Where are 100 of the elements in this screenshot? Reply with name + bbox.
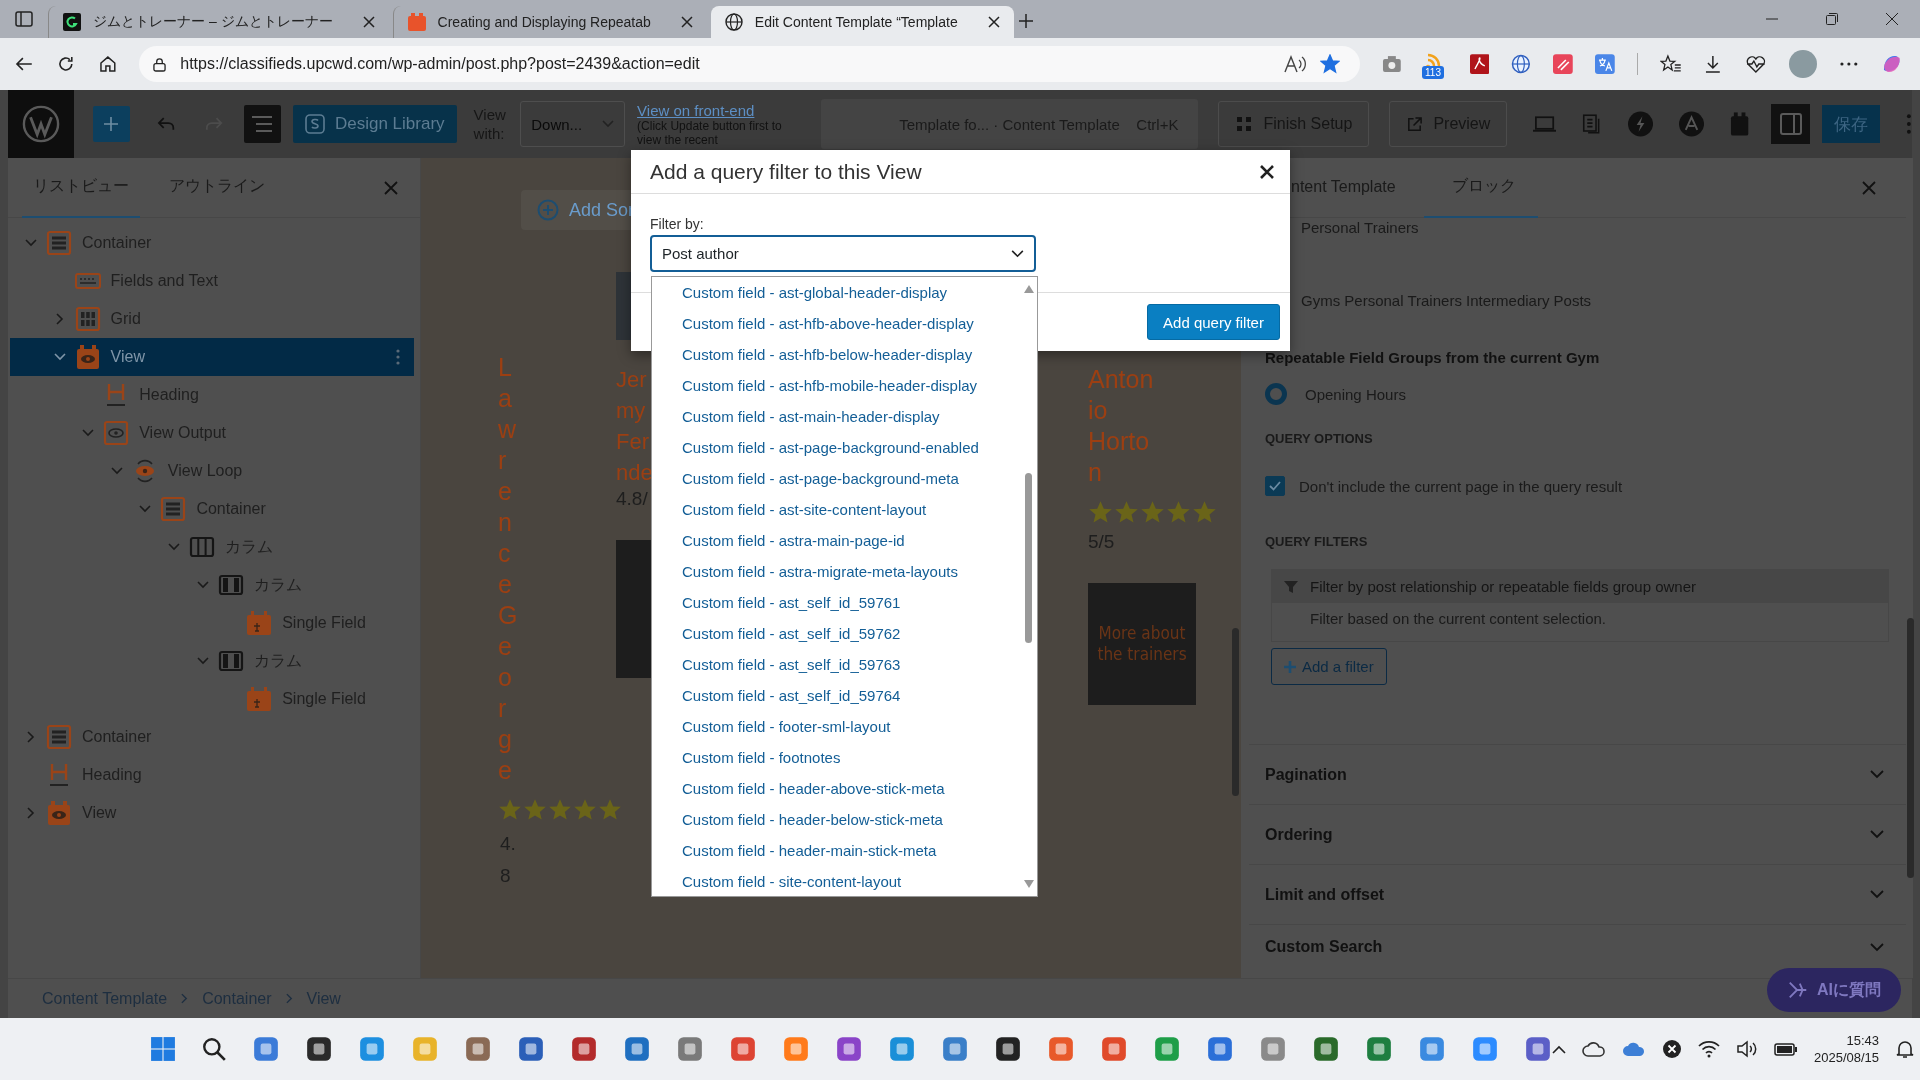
document-icon[interactable] bbox=[1469, 54, 1490, 74]
tab-actions-icon[interactable] bbox=[14, 9, 34, 29]
dropdown-option[interactable]: Custom field - ast_self_id_59764 bbox=[652, 680, 1021, 711]
add-filter-button[interactable]: Add a filter bbox=[1271, 648, 1387, 685]
app-icon[interactable] bbox=[994, 1035, 1022, 1063]
dropdown-option[interactable]: Custom field - footer-sml-layout bbox=[652, 711, 1021, 742]
search-icon[interactable] bbox=[201, 1036, 227, 1062]
bolt-circle-icon[interactable] bbox=[1627, 111, 1653, 137]
dropdown-option[interactable]: Custom field - astra-main-page-id bbox=[652, 525, 1021, 556]
dropdown-option[interactable]: Custom field - ast_self_id_59762 bbox=[652, 618, 1021, 649]
scroll-down-icon[interactable] bbox=[1024, 880, 1034, 888]
restore-icon[interactable] bbox=[1826, 13, 1838, 25]
close-icon[interactable] bbox=[987, 16, 1000, 28]
chevron-right-icon[interactable] bbox=[27, 807, 35, 819]
view-on-front-end-link[interactable]: View on front-end bbox=[637, 101, 792, 119]
battery-icon[interactable] bbox=[1774, 1041, 1798, 1057]
chevron-down-icon[interactable] bbox=[110, 467, 123, 475]
accordion-header[interactable]: Limit and offset bbox=[1249, 864, 1906, 924]
chevron-right-icon[interactable] bbox=[55, 313, 64, 325]
favorites-icon[interactable] bbox=[1659, 54, 1682, 74]
dialog-title: Add a query filter to this View bbox=[650, 159, 922, 184]
options-icon[interactable] bbox=[396, 349, 400, 365]
dropdown-option[interactable]: Custom field - header-above-stick-meta bbox=[652, 773, 1021, 804]
close-icon[interactable] bbox=[1260, 164, 1274, 179]
dropdown-option[interactable]: Custom field - header-main-stick-meta bbox=[652, 835, 1021, 866]
dropdown-option[interactable]: Custom field - ast-global-header-display bbox=[652, 277, 1021, 308]
sidebar-toggle-button[interactable] bbox=[1771, 104, 1810, 144]
scroll-up-icon[interactable] bbox=[1024, 285, 1034, 293]
home-icon[interactable] bbox=[97, 54, 118, 74]
read-aloud-icon[interactable] bbox=[1284, 54, 1307, 74]
scrollbar-thumb[interactable] bbox=[1232, 628, 1239, 796]
chevron-down-icon[interactable] bbox=[196, 657, 209, 665]
more-icon[interactable] bbox=[1838, 61, 1859, 67]
browser-tab[interactable]: Edit Content Template “Template bbox=[710, 6, 1014, 38]
scrollbar-thumb[interactable] bbox=[1025, 473, 1032, 643]
list-view-item[interactable]: View bbox=[10, 338, 414, 376]
site-logo-icon[interactable] bbox=[8, 90, 75, 158]
dropdown-option[interactable]: Custom field - ast-page-background-enabled bbox=[652, 432, 1021, 463]
close-circle-icon[interactable] bbox=[1662, 1039, 1682, 1059]
plus-icon[interactable] bbox=[1017, 13, 1034, 29]
globe-icon[interactable] bbox=[1511, 54, 1532, 74]
checkbox[interactable] bbox=[1265, 476, 1285, 496]
dropdown-option[interactable]: Custom field - ast-hfb-below-header-display bbox=[652, 339, 1021, 370]
radio-button[interactable] bbox=[1265, 383, 1287, 405]
filter-select[interactable]: Post author bbox=[650, 235, 1036, 272]
chevron-right-icon bbox=[181, 993, 189, 1004]
checkmark-icon bbox=[1268, 479, 1282, 493]
ai-assistant-button[interactable]: AIに質問 bbox=[1767, 968, 1901, 1012]
chevron-down-icon[interactable] bbox=[25, 239, 37, 247]
star-icon bbox=[573, 798, 597, 822]
dropdown-option[interactable]: Custom field - ast_self_id_59763 bbox=[652, 649, 1021, 680]
chevron-right-icon[interactable] bbox=[27, 731, 35, 743]
dropdown-option[interactable]: Custom field - header-below-stick-meta bbox=[652, 804, 1021, 835]
chevron-down-icon[interactable] bbox=[168, 543, 180, 551]
dropdown-option[interactable]: Custom field - ast-hfb-mobile-header-display bbox=[652, 370, 1021, 401]
translate-icon[interactable] bbox=[1594, 54, 1615, 74]
column-icon bbox=[217, 574, 244, 596]
design-library-button[interactable]: Design Library bbox=[292, 105, 457, 143]
wifi-icon[interactable] bbox=[1698, 1040, 1720, 1058]
column-icon bbox=[217, 650, 244, 672]
accordion-header[interactable]: Pagination bbox=[1249, 744, 1906, 804]
chevron-down-icon[interactable] bbox=[139, 505, 152, 513]
address-field[interactable]: https://classifieds.upcwd.com/wp-admin/post.php?post=2439&action=edit bbox=[139, 46, 1361, 82]
app-icon[interactable] bbox=[305, 1035, 333, 1063]
chevron-down-icon[interactable] bbox=[53, 353, 66, 361]
dropdown-option[interactable]: Custom field - ast-page-background-meta bbox=[652, 463, 1021, 494]
chevron-down-icon[interactable] bbox=[82, 429, 95, 437]
clock[interactable]: 15:43 2025/08/15 bbox=[1814, 1032, 1880, 1066]
windows-icon[interactable] bbox=[150, 1036, 176, 1062]
dropdown-option[interactable]: Custom field - ast-hfb-above-header-display bbox=[652, 308, 1021, 339]
close-icon[interactable] bbox=[362, 16, 375, 28]
dropdown-option[interactable]: Custom field - astra-migrate-meta-layouts bbox=[652, 556, 1021, 587]
dropdown-option[interactable]: Custom field - ast-main-header-display bbox=[652, 401, 1021, 432]
more-button[interactable]: More about the trainers bbox=[1088, 583, 1196, 705]
close-icon[interactable] bbox=[1886, 13, 1898, 25]
clipboard-icon[interactable] bbox=[1729, 112, 1750, 136]
close-icon[interactable] bbox=[680, 16, 693, 28]
list-view-button[interactable] bbox=[243, 105, 281, 143]
add-query-filter-button[interactable]: Add query filter bbox=[1147, 304, 1280, 340]
section-heading: Repeatable Field Groups from the current Gym bbox=[1265, 349, 1600, 366]
star-icon bbox=[1114, 500, 1139, 525]
speaker-icon[interactable] bbox=[1736, 1040, 1758, 1058]
dropdown-option[interactable]: Custom field - ast_self_id_59761 bbox=[652, 587, 1021, 618]
star-icon bbox=[1140, 500, 1165, 525]
dropdown-option[interactable]: Custom field - footnotes bbox=[652, 742, 1021, 773]
cloud-icon[interactable] bbox=[1582, 1041, 1606, 1057]
dropdown-option[interactable]: Custom field - site-content-layout bbox=[652, 866, 1021, 896]
peak-circle-icon[interactable] bbox=[1678, 111, 1704, 137]
add-block-button[interactable] bbox=[93, 106, 130, 142]
avatar[interactable] bbox=[1788, 50, 1817, 78]
chevron-up-icon[interactable] bbox=[1552, 1044, 1566, 1054]
heartbeat-icon[interactable] bbox=[1745, 54, 1767, 74]
bell-icon[interactable] bbox=[1895, 1039, 1916, 1059]
scrollbar-thumb[interactable] bbox=[1907, 618, 1914, 878]
chevron-down-icon[interactable] bbox=[196, 581, 209, 589]
camera-icon[interactable] bbox=[1382, 55, 1402, 73]
calendar-icon bbox=[246, 610, 273, 636]
dropdown-option[interactable]: Custom field - ast-site-content-layout bbox=[652, 494, 1021, 525]
star-icon[interactable] bbox=[1320, 54, 1341, 74]
accordion-header[interactable]: Ordering bbox=[1249, 804, 1906, 864]
